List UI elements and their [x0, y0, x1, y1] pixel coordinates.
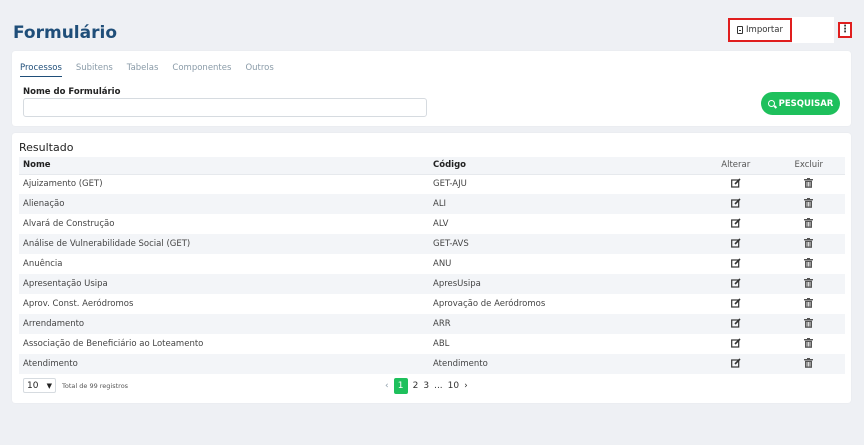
search-panel: Processos Subitens Tabelas Componentes O…	[12, 51, 851, 126]
row-name: Associação de Beneficiário ao Loteamento	[23, 339, 204, 349]
form-name-input[interactable]	[23, 98, 427, 117]
edit-icon[interactable]	[730, 217, 741, 231]
page-ellipsis: ...	[434, 381, 443, 391]
import-button-label: Importar	[746, 25, 783, 35]
table-row: Análise de Vulnerabilidade Social (GET) G…	[19, 234, 845, 254]
trash-icon[interactable]	[804, 277, 814, 291]
search-tabs: Processos Subitens Tabelas Componentes O…	[20, 63, 288, 77]
row-code: ApresUsipa	[429, 274, 699, 294]
row-code: ARR	[429, 314, 699, 334]
row-name: Atendimento	[19, 354, 429, 374]
previous-page-button[interactable]: ‹	[385, 381, 389, 391]
row-name: Aprov. Const. Aeródromos	[23, 299, 134, 309]
table-row: Anuência ANU	[19, 254, 845, 274]
result-table: Nome Código Alterar Excluir Ajuizamento …	[19, 157, 845, 374]
edit-icon[interactable]	[730, 237, 741, 251]
column-header-name[interactable]: Nome	[19, 157, 429, 175]
row-code: Atendimento	[429, 354, 699, 374]
document-icon	[737, 26, 744, 34]
header-spacer	[792, 17, 834, 43]
table-row: Alvará de Construção ALV	[19, 214, 845, 234]
total-records: Total de 99 registros	[62, 381, 129, 390]
column-header-code[interactable]: Código	[429, 157, 699, 175]
tab-outros[interactable]: Outros	[245, 63, 273, 77]
edit-icon[interactable]	[730, 197, 741, 211]
search-button-label: PESQUISAR	[778, 98, 834, 109]
table-row: Associação de Beneficiário ao Loteamento…	[19, 334, 845, 354]
row-code: ALI	[429, 194, 699, 214]
trash-icon[interactable]	[804, 297, 814, 311]
table-row: Aprov. Const. Aeródromos Aprovação de Aer…	[19, 294, 845, 314]
row-code: Aprovação de Aeródromos	[433, 299, 546, 309]
trash-icon[interactable]	[804, 237, 814, 251]
edit-icon[interactable]	[730, 357, 741, 371]
more-options-icon[interactable]: ⋮	[838, 22, 852, 38]
edit-icon[interactable]	[730, 297, 741, 311]
import-button[interactable]: Importar	[728, 18, 792, 42]
row-name: Alvará de Construção	[23, 219, 115, 229]
tab-subitens[interactable]: Subitens	[76, 63, 113, 77]
edit-icon[interactable]	[730, 257, 741, 271]
row-code: GET-AJU	[433, 179, 467, 190]
result-title: Resultado	[19, 141, 74, 154]
next-page-button[interactable]: ›	[464, 381, 468, 391]
trash-icon[interactable]	[804, 337, 814, 351]
edit-icon[interactable]	[730, 317, 741, 331]
search-icon	[767, 100, 775, 107]
form-name-label: Nome do Formulário	[23, 87, 121, 97]
column-header-delete: Excluir	[772, 157, 845, 175]
result-panel: Resultado Nome Código Alterar Excluir Aj…	[12, 133, 851, 403]
tab-tabelas[interactable]: Tabelas	[127, 63, 159, 77]
row-name: Alienação	[19, 194, 429, 214]
tab-processos[interactable]: Processos	[20, 63, 62, 77]
edit-icon[interactable]	[730, 277, 741, 291]
row-name: Arrendamento	[19, 314, 429, 334]
trash-icon[interactable]	[804, 257, 814, 271]
row-code: GET-AVS	[429, 234, 699, 254]
table-row: Alienação ALI	[19, 194, 845, 214]
page-10-button[interactable]: 10	[448, 381, 459, 391]
row-code: ANU	[433, 259, 452, 269]
trash-icon[interactable]	[804, 317, 814, 331]
trash-icon[interactable]	[804, 217, 814, 231]
table-row: Atendimento Atendimento	[19, 354, 845, 374]
tab-componentes[interactable]: Componentes	[172, 63, 231, 77]
table-row: Ajuizamento (GET) GET-AJU	[19, 174, 845, 194]
column-header-edit: Alterar	[699, 157, 773, 175]
row-name: Análise de Vulnerabilidade Social (GET)	[19, 234, 429, 254]
trash-icon[interactable]	[804, 197, 814, 211]
page-size-select[interactable]: 10 ▼	[23, 378, 56, 393]
chevron-down-icon: ▼	[46, 381, 52, 390]
row-code: ALV	[433, 219, 449, 229]
page-1-button[interactable]: 1	[393, 378, 408, 394]
trash-icon[interactable]	[804, 177, 814, 191]
page-title: Formulário	[13, 23, 117, 43]
row-name: Anuência	[23, 259, 63, 269]
search-button[interactable]: PESQUISAR	[761, 92, 840, 115]
page-2-button[interactable]: 2	[413, 381, 419, 391]
table-footer: 10 ▼ Total de 99 registros	[23, 378, 128, 393]
page-size-value: 10	[27, 380, 39, 391]
row-name: Apresentação Usipa	[19, 274, 429, 294]
trash-icon[interactable]	[804, 357, 814, 371]
row-code: ABL	[433, 339, 450, 349]
edit-icon[interactable]	[730, 178, 741, 191]
page-3-button[interactable]: 3	[423, 381, 429, 391]
table-row: Apresentação Usipa ApresUsipa	[19, 274, 845, 294]
edit-icon[interactable]	[730, 337, 741, 351]
table-header: Nome Código Alterar Excluir	[19, 157, 845, 175]
row-name: Ajuizamento (GET)	[23, 179, 103, 190]
pagination: ‹ 1 2 3 ... 10 ›	[385, 378, 468, 394]
table-row: Arrendamento ARR	[19, 314, 845, 334]
